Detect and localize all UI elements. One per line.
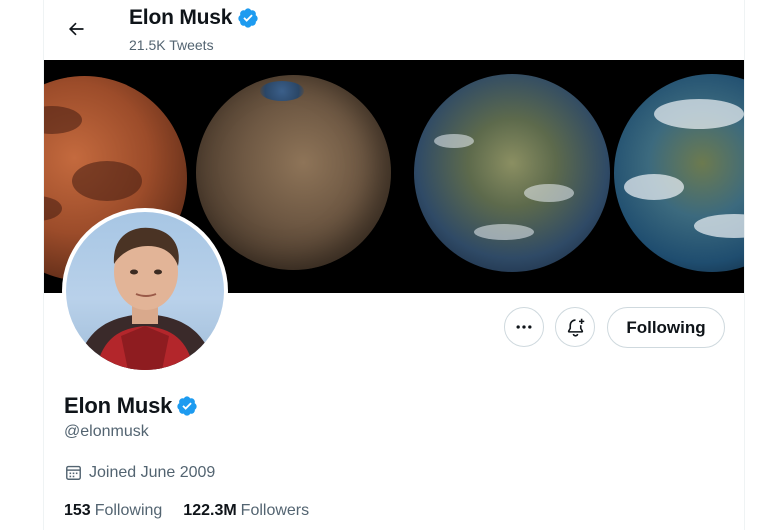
- arrow-left-icon: [68, 22, 84, 36]
- notifications-button[interactable]: [555, 307, 595, 347]
- header-name-row: Elon Musk: [129, 6, 259, 30]
- banner-planet-stage2: [196, 75, 391, 270]
- back-button[interactable]: [58, 11, 94, 47]
- profile-name-row: Elon Musk: [64, 393, 198, 419]
- profile-header-bar: Elon Musk 21.5K Tweets: [44, 0, 744, 60]
- profile-column: Elon Musk 21.5K Tweets Following Elon Mu…: [43, 0, 745, 530]
- verified-badge-icon: [177, 396, 197, 416]
- followers-count: 122.3M: [183, 502, 237, 519]
- following-label: Following: [94, 502, 163, 519]
- following-stat-link[interactable]: 153 Following: [64, 502, 162, 520]
- tweet-count: 21.5K Tweets: [129, 37, 214, 53]
- following-count: 153: [64, 502, 91, 519]
- more-options-button[interactable]: [504, 307, 544, 347]
- following-button[interactable]: Following: [607, 307, 725, 348]
- profile-handle: @elonmusk: [64, 423, 149, 440]
- more-dots-icon: [516, 325, 532, 329]
- banner-planet-earthlike: [614, 74, 744, 272]
- followers-stat-link[interactable]: 122.3M Followers: [183, 502, 309, 520]
- header-name: Elon Musk: [129, 6, 233, 29]
- avatar[interactable]: [62, 208, 228, 374]
- avatar-portrait-icon: [76, 227, 216, 370]
- profile-display-name: Elon Musk: [64, 393, 173, 418]
- avatar-photo: [66, 212, 224, 370]
- joined-date: Joined June 2009: [89, 463, 216, 481]
- follow-stats: 153 Following 122.3M Followers: [64, 502, 309, 520]
- bell-plus-icon: [567, 318, 584, 337]
- followers-label: Followers: [240, 502, 310, 519]
- verified-badge-icon: [238, 8, 258, 28]
- calendar-icon: [66, 465, 81, 480]
- banner-planet-stage3: [414, 74, 610, 272]
- joined-date-row: Joined June 2009: [64, 463, 215, 482]
